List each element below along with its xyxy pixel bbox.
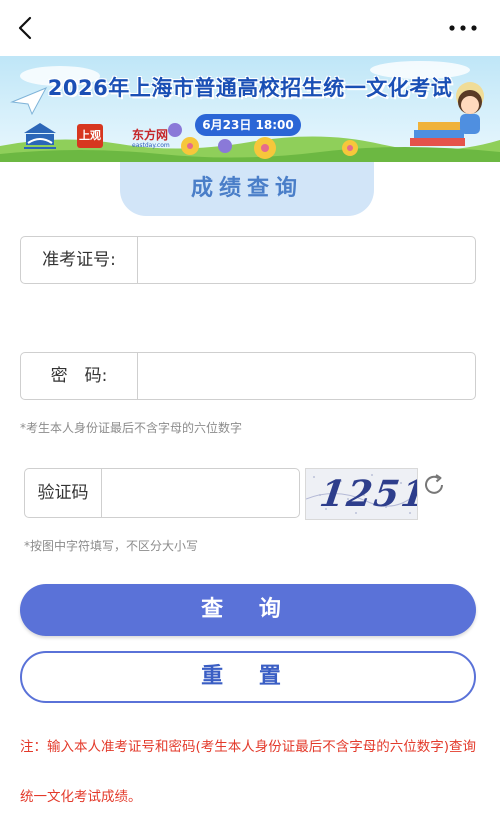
captcha-label: 验证码 [25, 469, 102, 517]
page-title: 成绩查询 [120, 162, 374, 216]
captcha-input[interactable] [105, 472, 299, 516]
eastday-logo-text: 东方网 [132, 128, 169, 142]
exam-id-field: 准考证号: [20, 236, 476, 284]
password-input[interactable] [139, 355, 473, 399]
query-button[interactable]: 查 询 [20, 584, 476, 636]
shangguan-logo: 上观 [77, 124, 103, 148]
more-dots-icon[interactable] [448, 22, 478, 34]
exam-date-badge: 6月23日 18:00 [195, 114, 301, 136]
exam-id-input[interactable] [139, 239, 473, 283]
banner-title: 2026年上海市普通高校招生统一文化考试 [47, 76, 453, 100]
header-banner: 2026年上海市普通高校招生统一文化考试 6月23日 18:00 上观 东方网 … [0, 56, 500, 162]
chevron-left-icon[interactable] [14, 16, 38, 40]
eastday-logo: 东方网 eastday.com [132, 126, 170, 149]
captcha-hint: *按图中字符填写，不区分大小写 [24, 539, 199, 553]
password-field: 密 码: [20, 352, 476, 400]
eastday-logo-sub: eastday.com [132, 142, 170, 149]
instruction-note: 注：输入本人准考证号和密码(考生本人身份证最后不含字母的六位数字)查询统一文化考… [20, 739, 477, 805]
exam-id-label: 准考证号: [21, 237, 138, 283]
shanghai-exam-logo [24, 123, 56, 149]
reset-button[interactable]: 重 置 [20, 651, 476, 703]
captcha-text: 1251 [317, 473, 418, 515]
captcha-image[interactable]: 1251 [305, 468, 418, 520]
captcha-field: 验证码 [24, 468, 300, 518]
password-label: 密 码: [21, 353, 138, 399]
password-hint: *考生本人身份证最后不含字母的六位数字 [20, 421, 243, 435]
refresh-icon[interactable] [421, 472, 447, 498]
top-bar [0, 0, 500, 56]
